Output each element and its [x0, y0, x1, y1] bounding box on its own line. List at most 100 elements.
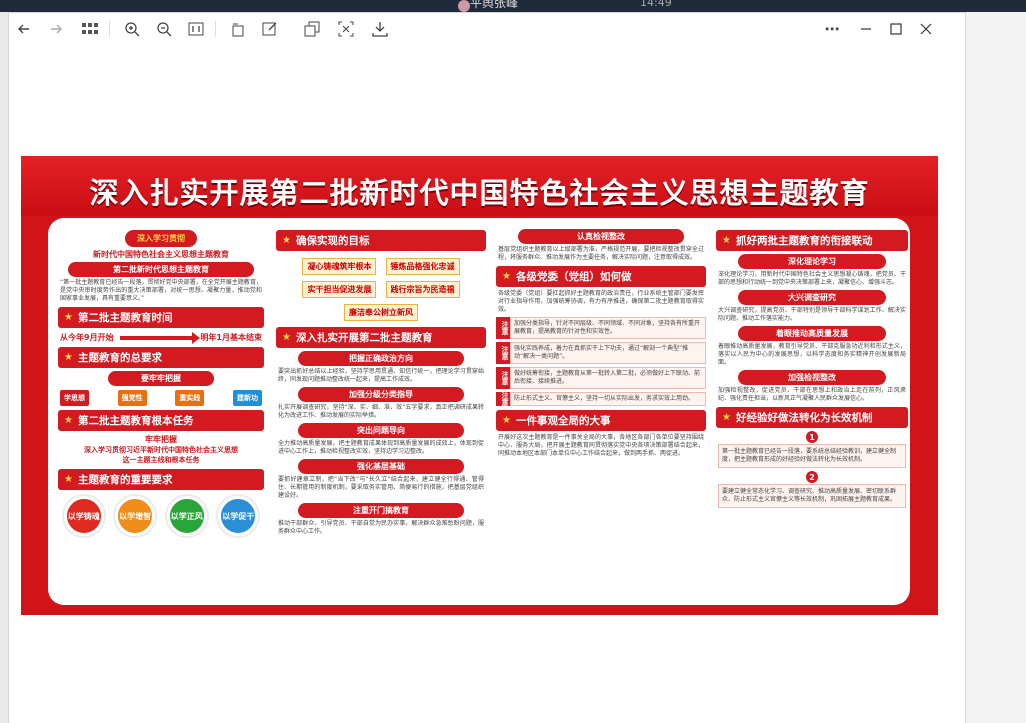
- chip: 建新功: [232, 390, 262, 406]
- section-text: 全力推动高质量发展，把主题教育成果体现到高质量发展的成效上，体现到促进中心工作上…: [278, 440, 484, 455]
- task-line: 这一主题主线和根本任务: [122, 456, 200, 464]
- section-text: 各级党委（党组）要扛起抓好主题教育的政治责任，行业系统主管部门要发挥对行业指导作…: [498, 290, 704, 313]
- section-text: 要突出抓好总结以上经验，坚持学思用贯通、知信行统一，把理论学习贯穿始终，同发现问…: [278, 368, 484, 383]
- task-top: 牢牢把握: [145, 435, 177, 444]
- rotate-icon[interactable]: [227, 18, 249, 40]
- chip: 重实践: [175, 390, 205, 406]
- zoom-out-icon[interactable]: [153, 18, 175, 40]
- poster-column-2: ★ 确保实现的目标 凝心铸魂筑牢根本 锤炼品格强化忠诚 实干担当促进发展 践行宗旨…: [276, 226, 486, 536]
- more-icon[interactable]: ⋯: [821, 18, 843, 40]
- time-from: 从今年9月开始: [60, 333, 114, 342]
- star-icon: ★: [64, 352, 73, 363]
- sub-heading: 认真检视整改: [518, 229, 684, 244]
- sub-heading: 加强检视整改: [738, 370, 886, 385]
- section-heading: ★ 深入扎实开展第二批主题教育: [276, 327, 486, 348]
- circle-item: 以学正风: [166, 496, 207, 536]
- minimize-icon[interactable]: [855, 18, 877, 40]
- star-icon: ★: [502, 271, 511, 282]
- goal-box: 践行宗旨为民造福: [385, 281, 460, 298]
- section-heading: ★ 第二批主题教育根本任务: [58, 410, 264, 431]
- section-heading: ★ 确保实现的目标: [276, 230, 486, 251]
- sub-heading: 深化理论学习: [738, 254, 886, 269]
- star-icon: ★: [722, 412, 731, 423]
- section-text: 大兴调查研究，提高党员、干部特别是领导干部科学谋划工作、解决实际问题、推动工作落…: [718, 307, 906, 322]
- poster-column-1: 深入学习贯彻 新时代中国特色社会主义思想主题教育 第二批新时代思想主题教育 “第…: [58, 226, 264, 536]
- image-canvas[interactable]: 深入扎实开展第二批新时代中国特色社会主义思想主题教育 深入学习贯彻 新时代中国特…: [9, 45, 965, 723]
- star-icon: ★: [502, 415, 511, 426]
- emblem-badge: 深入学习贯彻 新时代中国特色社会主义思想主题教育: [58, 226, 264, 260]
- section-heading: ★ 好经验好做法转化为长效机制: [716, 407, 908, 428]
- toolbar-divider: [109, 21, 110, 37]
- sub-heading: 突出问题导向: [298, 423, 464, 438]
- star-icon: ★: [282, 332, 291, 343]
- section-text: 要抓好建章立制，把“当下改”与“长久立”结合起来，建立健全行得通、管得住、长期管…: [278, 476, 484, 499]
- sub-heading: 注重开门搞教育: [298, 503, 464, 518]
- section-text: 推动干部群众，引导党员、干部自觉为民办实事，解决群众急难愁盼问题，服务群众中心工…: [278, 520, 484, 535]
- forward-icon[interactable]: [45, 18, 67, 40]
- requirement-circles: 以学铸魂 以学增智 以学正风 以学促干: [58, 496, 264, 536]
- goal-box: 实干担当促进发展: [302, 281, 377, 298]
- maximize-icon[interactable]: [885, 18, 907, 40]
- edit-icon[interactable]: [259, 18, 281, 40]
- chat-time: 14:49: [640, 0, 672, 9]
- task-line: 深入学习贯彻习近平新时代中国特色社会主义思想: [84, 446, 238, 454]
- requirement-chips: 学思想 强党性 重实践 建新功: [60, 390, 262, 406]
- sub-heading: 着眼推动高质量发展: [738, 326, 886, 341]
- poster-panel: 深入学习贯彻 新时代中国特色社会主义思想主题教育 第二批新时代思想主题教育 “第…: [48, 218, 910, 605]
- grid-icon[interactable]: [79, 18, 101, 40]
- taskbar: 平舆张峰 14:49: [0, 0, 1026, 12]
- image-viewer-window: ⋯ 深入扎实开展第二批新时代中国特色社会主义思想主题教育 深入学习贯彻 新时代中…: [8, 12, 966, 723]
- sub-heading: 大兴调查研究: [738, 290, 886, 305]
- section-heading: ★ 主题教育的重要要求: [58, 469, 264, 490]
- badge-line: 新时代中国特色社会主义思想主题教育: [93, 250, 229, 259]
- copy-icon[interactable]: [301, 18, 323, 40]
- note-item: 注意 强化实践养成，着力在真抓实干上下功夫，通过“解剖一个典型”推动“解决一类问题…: [496, 342, 706, 364]
- close-icon[interactable]: [915, 18, 937, 40]
- download-icon[interactable]: [369, 18, 391, 40]
- badge-ribbon: 深入学习贯彻: [125, 230, 197, 247]
- section-heading: ★ 一件事观全局的大事: [496, 410, 706, 431]
- poster-image: 深入扎实开展第二批新时代中国特色社会主义思想主题教育 深入学习贯彻 新时代中国特…: [21, 156, 938, 615]
- sub-heading: 加强分级分类指导: [298, 387, 464, 402]
- section-heading: 第二批新时代思想主题教育: [68, 262, 254, 277]
- circle-item: 以学增智: [115, 496, 156, 536]
- note-item: 注意 防止形式主义、官僚主义，坚持一切从实际出发，务求实效上用劲。: [496, 392, 706, 406]
- poster-column-3: 认真检视整改 基层党组织主题教育以上级部署为准，严格规范开展，要把检视整改贯穿全…: [496, 226, 706, 458]
- chat-avatar[interactable]: [458, 0, 470, 12]
- star-icon: ★: [282, 235, 291, 246]
- goal-box: 廉洁奉公树立新风: [344, 304, 418, 321]
- crop-icon[interactable]: [335, 18, 357, 40]
- section-text: 扎实开展调查研究，坚持“深、实、细、准、效”五字要求，真正把调研成果转化为改进工…: [278, 404, 484, 419]
- chip: 强党性: [117, 390, 147, 406]
- number-badge: 1: [806, 431, 818, 443]
- time-to: 明年1月基本结束: [200, 333, 262, 342]
- actual-size-icon[interactable]: [185, 18, 207, 40]
- number-badge: 2: [806, 471, 818, 483]
- section-text: “第一批主题教育已经告一段落，贯彻好党中央部署，在全党开展主题教育，是党中央审时…: [60, 279, 262, 302]
- goal-box: 锤炼品格强化忠诚: [385, 258, 460, 275]
- star-icon: ★: [722, 235, 731, 246]
- note-item: 注意 加强分类指导，针对不同层级、不同领域、不同对象，坚持各有所重开展教育，提高教…: [496, 317, 706, 339]
- section-heading: ★ 抓好两批主题教育的衔接联动: [716, 230, 908, 251]
- chat-name[interactable]: 平舆张峰: [470, 0, 518, 11]
- section-text: 开展好这次主题教育是一件事关全局的大事，各地区各部门各单位要坚持围绕中心、服务大…: [498, 434, 704, 457]
- star-icon: ★: [64, 415, 73, 426]
- section-text: 着眼推动高质量发展，教育引导党员、干部克服急功近利和形式主义，落实以人民为中心的…: [718, 343, 906, 366]
- time-range: 从今年9月开始 明年1月基本结束: [60, 331, 262, 344]
- viewer-toolbar: ⋯: [9, 13, 965, 45]
- star-icon: ★: [64, 312, 73, 323]
- circle-item: 以学促干: [218, 496, 259, 536]
- chip: 学思想: [60, 390, 89, 406]
- toolbar-divider: [215, 21, 216, 37]
- sub-heading: 把握正确政治方向: [298, 351, 464, 366]
- back-icon[interactable]: [13, 18, 35, 40]
- note-item: 注意 做好统筹衔接，主题教育从第一批转入第二批，必须做好上下联动、前后衔接、接续推…: [496, 367, 706, 389]
- mechanism-box: 第一批主题教育已经告一段落，要系统总结经验教训，建立健全制度，把主题教育形成的好…: [718, 444, 906, 468]
- mechanism-box: 要建立健全常态化学习、调查研究、推动高质量发展、密切联系群众、防止形式主义官僚主…: [718, 484, 906, 508]
- goal-box: 凝心铸魂筑牢根本: [302, 258, 377, 275]
- goal-boxes: 凝心铸魂筑牢根本 锤炼品格强化忠诚 实干担当促进发展 践行宗旨为民造福 廉洁奉公…: [276, 254, 486, 323]
- circle-item: 以学铸魂: [63, 496, 104, 536]
- section-text: 基层党组织主题教育以上级部署为准，严格规范开展，要把检视整改贯穿全过程，将服务群…: [498, 246, 704, 261]
- section-heading: ★ 主题教育的总要求: [58, 347, 264, 368]
- zoom-in-icon[interactable]: [121, 18, 143, 40]
